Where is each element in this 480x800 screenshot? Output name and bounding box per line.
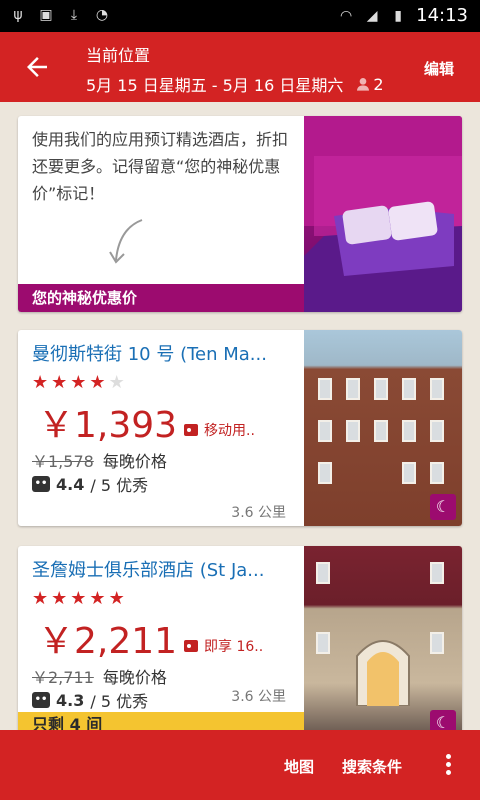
rating-suffix: / 5 优秀 xyxy=(90,692,149,711)
photo-detail xyxy=(374,378,388,400)
photo-detail xyxy=(318,462,332,484)
rating-score: 4.3 xyxy=(56,690,85,710)
tag-icon xyxy=(184,640,198,652)
timer-icon: ◔ xyxy=(95,7,109,23)
per-night-label: 每晚价格 xyxy=(102,668,167,687)
usb-icon: ψ xyxy=(13,7,23,23)
photo-detail xyxy=(346,378,360,400)
price: ￥2,211 xyxy=(38,621,178,662)
app-bar: 当前位置 5月 15 日星期五 - 5月 16 日星期六 2 编辑 xyxy=(0,32,480,102)
rating-score: 4.4 xyxy=(56,474,85,494)
star-icon: ★ xyxy=(70,372,87,393)
curved-arrow-icon xyxy=(109,219,143,264)
star-icon: ★ xyxy=(51,372,68,393)
star-icon: ★ xyxy=(32,588,49,609)
per-night-label: 每晚价格 xyxy=(102,452,167,471)
photo-detail xyxy=(346,420,360,442)
promo-card[interactable]: 使用我们的应用预订精选酒店，折扣还要更多。记得留意“您的神秘优惠价”标记！ 您的… xyxy=(18,116,462,312)
dot xyxy=(445,754,451,759)
photo-detail xyxy=(316,632,330,654)
photo-detail xyxy=(402,420,416,442)
photo-detail xyxy=(430,632,444,654)
star-icon: ★ xyxy=(70,588,87,609)
deal-text: 即享 16.. xyxy=(204,639,264,655)
hotel-name[interactable]: 圣詹姆士俱乐部酒店 (St Ja... xyxy=(32,556,300,582)
deal-text: 移动用.. xyxy=(204,423,255,439)
photo-detail xyxy=(318,420,332,442)
star-icon: ★ xyxy=(51,588,68,609)
original-price-row: ￥2,711 每晚价格 xyxy=(32,664,167,688)
photo-detail xyxy=(402,378,416,400)
promo-text: 使用我们的应用预订精选酒店，折扣还要更多。记得留意“您的神秘优惠价”标记！ xyxy=(32,130,289,203)
deal-badge: 移动用.. xyxy=(184,420,255,440)
photo-detail xyxy=(374,420,388,442)
location-title[interactable]: 当前位置 xyxy=(86,42,150,66)
tag-icon xyxy=(184,424,198,436)
promo-bed-image xyxy=(304,116,462,312)
star-icon: ★ xyxy=(108,588,125,609)
person-icon xyxy=(357,78,370,91)
review-bubble-icon: •• xyxy=(32,476,50,492)
distance: 3.6 公里 xyxy=(231,689,286,705)
dot xyxy=(445,762,451,767)
date-range[interactable]: 5月 15 日星期五 - 5月 16 日星期六 2 xyxy=(86,72,384,96)
mystery-price-banner: 您的神秘优惠价 xyxy=(18,284,304,312)
original-price: ￥2,711 xyxy=(32,668,94,687)
guest-count-value: 2 xyxy=(373,74,384,94)
hotel-card[interactable]: 曼彻斯特街 10 号 (Ten Ma... ★ ★ ★ ★ ★ ￥1,393 移… xyxy=(18,330,462,526)
mystery-moon-icon: ☾ xyxy=(430,494,456,520)
original-price: ￥1,578 xyxy=(32,452,94,471)
hotel-entrance xyxy=(356,640,410,706)
star-icon: ★ xyxy=(89,588,106,609)
battery-icon: ▮ xyxy=(394,7,402,24)
bed-illustration xyxy=(304,116,462,312)
date-range-text: 5月 15 日星期五 - 5月 16 日星期六 xyxy=(86,76,344,95)
overflow-menu-icon[interactable] xyxy=(440,754,456,778)
photo-detail xyxy=(316,562,330,584)
search-criteria-button[interactable]: 搜索条件 xyxy=(342,756,402,777)
deal-badge: 即享 16.. xyxy=(184,636,263,656)
wifi-icon: ◠ xyxy=(340,7,353,24)
distance: 3.6 公里 xyxy=(231,505,286,521)
hotel-photo[interactable]: ☾ xyxy=(304,546,462,742)
photo-detail xyxy=(430,420,444,442)
dot xyxy=(445,770,451,775)
clock: 14:13 xyxy=(416,5,468,26)
guest-rating: •• 4.4 / 5 优秀 xyxy=(32,472,148,496)
bottom-action-bar: 地图 搜索条件 xyxy=(0,730,480,800)
photo-detail xyxy=(430,562,444,584)
star-icon: ★ xyxy=(89,372,106,393)
guest-rating: •• 4.3 / 5 优秀 xyxy=(32,688,148,712)
star-empty-icon: ★ xyxy=(108,372,125,393)
review-bubble-icon: •• xyxy=(32,692,50,708)
image-icon: ▣ xyxy=(39,7,53,23)
guest-count: 2 xyxy=(355,74,384,94)
star-icon: ★ xyxy=(32,372,49,393)
hotel-name[interactable]: 曼彻斯特街 10 号 (Ten Ma... xyxy=(32,340,300,366)
photo-detail xyxy=(402,462,416,484)
rating-suffix: / 5 优秀 xyxy=(90,476,149,495)
price: ￥1,393 xyxy=(38,405,178,446)
photo-detail xyxy=(430,378,444,400)
hotel-photo[interactable]: ☾ xyxy=(304,330,462,526)
photo-detail xyxy=(318,378,332,400)
edit-button[interactable]: 编辑 xyxy=(424,58,454,79)
download-icon: ⤓ xyxy=(70,7,78,23)
back-arrow-icon[interactable] xyxy=(22,52,52,82)
original-price-row: ￥1,578 每晚价格 xyxy=(32,448,167,472)
star-rating: ★ ★ ★ ★ ★ xyxy=(32,588,125,609)
photo-detail xyxy=(430,462,444,484)
map-button[interactable]: 地图 xyxy=(284,756,314,777)
signal-icon: ◢ xyxy=(366,7,378,24)
star-rating: ★ ★ ★ ★ ★ xyxy=(32,372,125,393)
status-bar: ψ ▣ ⤓ ◔ ◠ ◢ ▮ 14:13 xyxy=(0,0,480,32)
